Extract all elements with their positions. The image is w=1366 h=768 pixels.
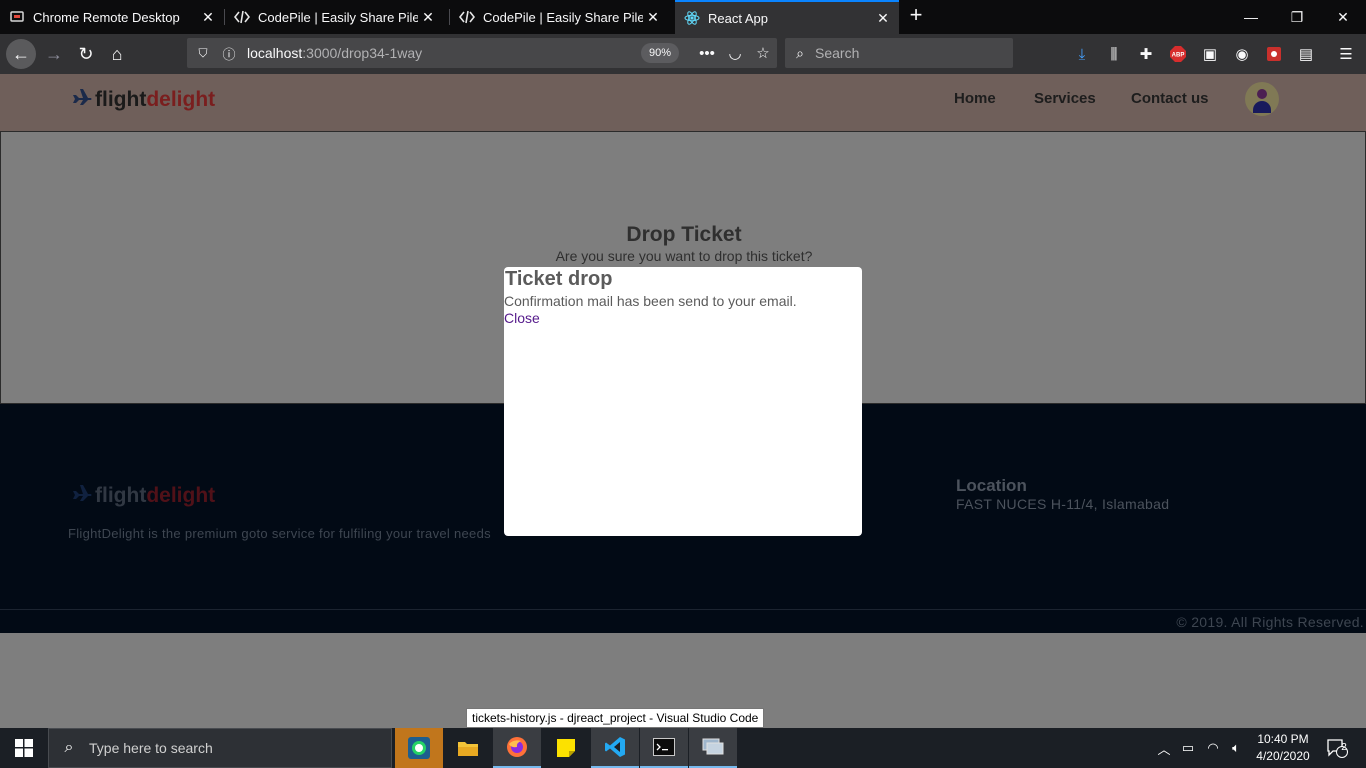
- wifi-icon[interactable]: ◠: [1202, 728, 1224, 768]
- airplane-icon: [72, 88, 92, 112]
- page-actions-icon[interactable]: •••: [693, 45, 721, 62]
- home-icon[interactable]: ⌂: [103, 40, 131, 68]
- site-info-icon[interactable]: ⓘ: [221, 44, 237, 63]
- sticky-notes-icon[interactable]: [542, 728, 590, 768]
- windows-start-icon[interactable]: [0, 728, 48, 768]
- react-icon: [684, 10, 700, 26]
- new-tab-icon[interactable]: +: [904, 4, 928, 28]
- hamburger-menu-icon[interactable]: ☰: [1334, 42, 1358, 66]
- airplane-icon: [72, 484, 92, 508]
- drop-ticket-question: Are you sure you want to drop this ticke…: [555, 248, 813, 264]
- svg-text:ABP: ABP: [1172, 53, 1185, 59]
- tab-codepile-1[interactable]: CodePile | Easily Share Piles of Code ✕: [225, 0, 449, 34]
- search-icon: ⌕: [64, 739, 74, 756]
- tab-strip: Chrome Remote Desktop ✕ CodePile | Easil…: [0, 0, 1366, 34]
- drop-ticket-title: Drop Ticket: [626, 223, 742, 246]
- windows-taskbar: ⌕ Type here to search ︿ ▭ ◠ 🔈︎ 10:40 PM …: [0, 728, 1366, 768]
- reload-icon[interactable]: ↻: [72, 40, 100, 68]
- url-bar[interactable]: ⛉ ⓘ localhost:3000/drop34-1way 90% ••• ◡…: [187, 38, 777, 68]
- copyright-bar: © 2019. All Rights Reserved.: [0, 609, 1366, 633]
- pocket-icon[interactable]: ◡: [721, 44, 749, 62]
- modal-message: Confirmation mail has been send to your …: [504, 293, 797, 309]
- codepile-icon: [234, 9, 250, 25]
- search-bar[interactable]: ⌕ Search: [785, 38, 1013, 68]
- show-hidden-icons-icon[interactable]: ︿: [1154, 728, 1174, 768]
- nav-contact-link[interactable]: Contact us: [1131, 90, 1209, 107]
- tab-chrome-remote-desktop[interactable]: Chrome Remote Desktop ✕: [0, 0, 224, 34]
- action-center-icon[interactable]: 2: [1320, 728, 1354, 768]
- taskbar-clock[interactable]: 10:40 PM 4/20/2020: [1245, 731, 1321, 765]
- battery-icon[interactable]: ▭: [1178, 728, 1198, 768]
- page-viewport: flight delight Home Services Contact us D…: [0, 74, 1366, 728]
- copyright-text: © 2019. All Rights Reserved.: [1176, 614, 1364, 630]
- site-logo[interactable]: flight delight: [72, 88, 215, 112]
- ticket-drop-modal: Ticket drop Confirmation mail has been s…: [504, 267, 862, 536]
- back-arrow-icon[interactable]: ←: [6, 39, 36, 69]
- minimize-icon[interactable]: ―: [1228, 0, 1274, 34]
- footer-location-title: Location: [956, 476, 1027, 495]
- browser-toolbar: ← → ↻ ⌂ ⛉ ⓘ localhost:3000/drop34-1way 9…: [0, 34, 1366, 74]
- remote-desktop-icon[interactable]: [689, 728, 737, 768]
- zoom-level-badge[interactable]: 90%: [640, 43, 679, 63]
- footer-description: FlightDelight is the premium goto servic…: [68, 526, 491, 541]
- restore-icon[interactable]: ❐: [1274, 0, 1320, 34]
- close-tab-icon[interactable]: ✕: [198, 9, 218, 26]
- search-placeholder: Search: [815, 45, 860, 61]
- vscode-icon[interactable]: [591, 728, 639, 768]
- user-avatar-icon[interactable]: [1245, 82, 1279, 116]
- volume-icon[interactable]: 🔈︎: [1226, 728, 1246, 768]
- search-icon: ⌕: [796, 44, 804, 61]
- chrome-remote-desktop-icon: [9, 9, 25, 25]
- firefox-icon[interactable]: [493, 728, 541, 768]
- tab-react-app[interactable]: React App ✕: [675, 0, 899, 34]
- tracking-shield-icon[interactable]: ⛉: [195, 46, 211, 61]
- terminal-icon[interactable]: [640, 728, 688, 768]
- notification-count: 2: [1341, 742, 1347, 753]
- download-icon[interactable]: ⤓: [1070, 42, 1094, 66]
- extension-red-icon[interactable]: [1262, 42, 1286, 66]
- modal-title: Ticket drop: [505, 268, 613, 290]
- account-icon[interactable]: ◉: [1230, 42, 1254, 66]
- screenshot-icon[interactable]: ▤: [1294, 42, 1318, 66]
- file-explorer-icon[interactable]: [444, 728, 492, 768]
- bookmark-star-icon[interactable]: ☆: [749, 44, 777, 62]
- forward-arrow-icon[interactable]: →: [40, 40, 68, 68]
- nav-services-link[interactable]: Services: [1034, 90, 1096, 107]
- close-tab-icon[interactable]: ✕: [873, 10, 893, 27]
- codepile-icon: [459, 9, 475, 25]
- adblock-plus-icon[interactable]: ABP: [1166, 42, 1190, 66]
- url-text[interactable]: localhost:3000/drop34-1way: [247, 45, 641, 61]
- nav-home-link[interactable]: Home: [954, 90, 996, 107]
- tab-codepile-2[interactable]: CodePile | Easily Share Piles of Code ✕: [450, 0, 674, 34]
- reader-view-icon[interactable]: ▣: [1198, 42, 1222, 66]
- whatsapp-icon[interactable]: [395, 728, 443, 768]
- library-icon[interactable]: ⫼: [1102, 42, 1126, 66]
- taskbar-search-box[interactable]: ⌕ Type here to search: [48, 728, 392, 768]
- close-window-icon[interactable]: ✕: [1320, 0, 1366, 34]
- close-tab-icon[interactable]: ✕: [643, 9, 663, 26]
- extensions-puzzle-icon[interactable]: ✚: [1134, 42, 1158, 66]
- site-header: flight delight Home Services Contact us: [0, 74, 1366, 132]
- modal-close-link[interactable]: Close: [504, 310, 540, 326]
- close-tab-icon[interactable]: ✕: [418, 9, 438, 26]
- footer-location-text: FAST NUCES H-11/4, Islamabad: [956, 496, 1170, 512]
- taskbar-tooltip: tickets-history.js - djreact_project - V…: [466, 708, 765, 728]
- footer-logo: flight delight: [72, 484, 215, 508]
